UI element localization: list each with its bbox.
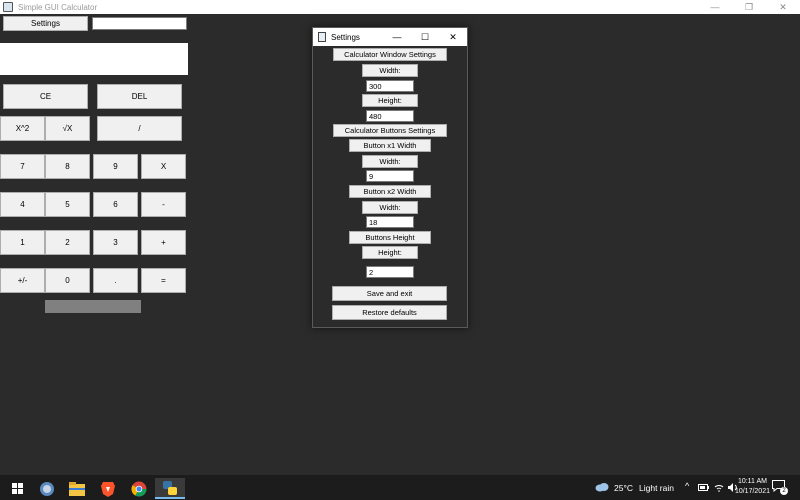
dialog-minimize-button[interactable]: —	[383, 28, 411, 46]
save-and-exit-button[interactable]: Save and exit	[332, 286, 447, 301]
digit-0-button[interactable]: 0	[45, 268, 90, 293]
window-height-input[interactable]: 480	[366, 110, 414, 122]
digit-9-button[interactable]: 9	[93, 154, 138, 179]
multiply-button[interactable]: X	[141, 154, 186, 179]
negate-button[interactable]: +/-	[0, 268, 45, 293]
file-explorer-icon[interactable]	[62, 478, 92, 499]
window-width-label: Width:	[362, 64, 418, 77]
weather-description[interactable]: Light rain	[639, 483, 674, 493]
clock-date: 10/17/2021	[734, 488, 770, 495]
system-clock[interactable]: 10:11 AM 10/17/2021	[735, 477, 770, 497]
minimize-button[interactable]: —	[698, 0, 732, 14]
windows-start-icon[interactable]	[2, 478, 32, 499]
notification-icon[interactable]: 2	[772, 480, 788, 495]
settings-dialog-controls: — ☐ ✕	[383, 28, 467, 46]
button-x2-width-input[interactable]: 18	[366, 216, 414, 228]
dialog-maximize-button[interactable]: ☐	[411, 28, 439, 46]
buttons-height-label: Buttons Height	[349, 231, 431, 244]
window-title: Simple GUI Calculator	[18, 2, 98, 12]
window-height-label: Height:	[362, 94, 418, 107]
settings-button[interactable]: Settings	[3, 16, 88, 31]
buttons-height-input[interactable]: 2	[366, 266, 414, 278]
main-window-titlebar: Simple GUI Calculator — ❐ ✕	[0, 0, 800, 14]
ce-button[interactable]: CE	[3, 84, 88, 109]
digit-8-button[interactable]: 8	[45, 154, 90, 179]
del-button[interactable]: DEL	[97, 84, 182, 109]
digit-4-button[interactable]: 4	[0, 192, 45, 217]
wifi-icon[interactable]	[714, 483, 724, 494]
chrome-icon[interactable]	[124, 478, 154, 499]
chevron-up-icon[interactable]: ^	[685, 481, 689, 491]
weather-temperature[interactable]: 25°C	[614, 483, 633, 493]
settings-dialog: Settings — ☐ ✕ Calculator Window Setting…	[312, 27, 468, 328]
sqrt-button[interactable]: √X	[45, 116, 90, 141]
maximize-button[interactable]: ❐	[732, 0, 766, 14]
button-x1-width-sub-label: Width:	[362, 155, 418, 168]
minus-button[interactable]: -	[141, 192, 186, 217]
window-controls: — ❐ ✕	[698, 0, 800, 14]
buttons-settings-button[interactable]: Calculator Buttons Settings	[333, 124, 447, 137]
settings-dialog-icon	[318, 32, 326, 42]
window-settings-button[interactable]: Calculator Window Settings	[333, 48, 447, 61]
button-x1-width-label: Button x1 Width	[349, 139, 431, 152]
taskbar: 25°C Light rain ^ 10:11 AM 10/17/2021 2	[0, 475, 800, 500]
window-width-input[interactable]: 300	[366, 80, 414, 92]
divide-button[interactable]: /	[97, 116, 182, 141]
buttons-height-sub-label: Height:	[362, 246, 418, 259]
weather-cloud-icon[interactable]	[595, 482, 609, 494]
python-icon[interactable]	[155, 478, 185, 499]
digit-7-button[interactable]: 7	[0, 154, 45, 179]
close-button[interactable]: ✕	[766, 0, 800, 14]
notification-count: 2	[780, 487, 788, 495]
top-entry-field[interactable]	[92, 17, 187, 30]
digit-6-button[interactable]: 6	[93, 192, 138, 217]
plus-button[interactable]: +	[141, 230, 186, 255]
calculator-display[interactable]	[0, 43, 188, 75]
button-x2-width-sub-label: Width:	[362, 201, 418, 214]
clock-time: 10:11 AM	[737, 478, 767, 485]
digit-3-button[interactable]: 3	[93, 230, 138, 255]
browser-icon[interactable]	[32, 478, 62, 499]
dialog-close-button[interactable]: ✕	[439, 28, 467, 46]
button-x1-width-input[interactable]: 9	[366, 170, 414, 182]
settings-dialog-title: Settings	[331, 32, 360, 42]
app-icon	[3, 2, 13, 12]
equals-button[interactable]: =	[141, 268, 186, 293]
digit-5-button[interactable]: 5	[45, 192, 90, 217]
battery-icon[interactable]	[698, 484, 709, 493]
button-x2-width-label: Button x2 Width	[349, 185, 431, 198]
status-bar	[45, 300, 141, 313]
brave-icon[interactable]	[93, 478, 123, 499]
digit-2-button[interactable]: 2	[45, 230, 90, 255]
decimal-button[interactable]: .	[93, 268, 138, 293]
square-button[interactable]: X^2	[0, 116, 45, 141]
settings-dialog-titlebar: Settings — ☐ ✕	[313, 28, 467, 46]
digit-1-button[interactable]: 1	[0, 230, 45, 255]
restore-defaults-button[interactable]: Restore defaults	[332, 305, 447, 320]
